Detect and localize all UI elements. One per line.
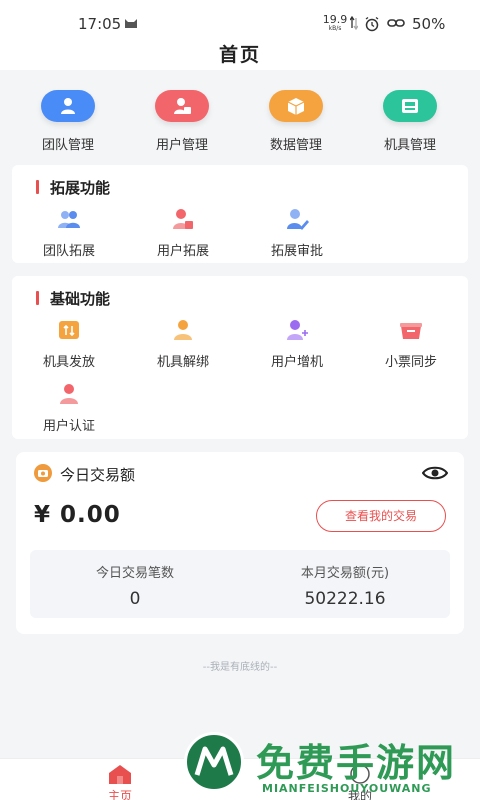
extension-card: 拓展功能 团队拓展 用户拓展 拓展审批 — [12, 165, 468, 263]
month-amount-label: 本月交易额(元) — [300, 566, 390, 581]
receipt-sync-button[interactable]: 小票同步 — [361, 318, 461, 370]
net-speed-value: 19.9 — [322, 13, 348, 26]
user-add-device-label: 用户增机 — [270, 355, 323, 370]
status-time: 17:05 — [78, 15, 122, 33]
status-bar: 17:05 19.9 kB/s 50% — [0, 0, 480, 40]
home-icon — [109, 765, 131, 784]
device-issue-label: 机具发放 — [42, 355, 95, 370]
user-verify-icon — [57, 382, 81, 406]
basic-title: 基础功能 — [36, 288, 110, 309]
team-icon — [57, 207, 81, 231]
basic-title-text: 基础功能 — [50, 290, 111, 308]
expansion-approval-label: 拓展审批 — [270, 244, 323, 259]
transaction-amount: ¥ 0.00 — [34, 502, 121, 528]
device-management-button[interactable]: 机具管理 — [355, 90, 465, 153]
receipt-sync-label: 小票同步 — [384, 355, 437, 370]
user-icon — [171, 318, 195, 342]
transaction-title: 今日交易额 — [60, 466, 136, 484]
user-management-button[interactable]: 用户管理 — [127, 90, 237, 153]
page-title: 首页 — [218, 44, 261, 66]
user-add-icon — [285, 318, 309, 342]
device-management-label: 机具管理 — [383, 138, 436, 153]
device-unbind-button[interactable]: 机具解绑 — [133, 318, 233, 370]
device-issue-button[interactable]: 机具发放 — [19, 318, 119, 370]
watermark-subtitle: MIANFEISHOUYOUWANG — [262, 782, 432, 795]
basic-card: 基础功能 机具发放 机具解绑 用户增机 小票同步 用户认证 — [12, 276, 468, 439]
user-card-icon — [155, 90, 209, 122]
device-unbind-label: 机具解绑 — [156, 355, 209, 370]
header: 首页 — [0, 40, 480, 70]
team-management-button[interactable]: 团队管理 — [13, 90, 123, 153]
title-accent-bar — [36, 291, 39, 305]
user-add-device-button[interactable]: 用户增机 — [247, 318, 347, 370]
data-management-button[interactable]: 数据管理 — [241, 90, 351, 153]
cat-icon — [125, 19, 137, 28]
tab-home-label: 主页 — [107, 789, 132, 800]
team-expansion-label: 团队拓展 — [42, 244, 95, 259]
view-my-transactions-button[interactable]: 查看我的交易 — [316, 500, 446, 532]
today-count-stat: 今日交易笔数 0 — [30, 562, 240, 609]
tab-home[interactable]: 主页 — [60, 759, 180, 800]
data-management-label: 数据管理 — [269, 138, 322, 153]
watermark-title: 免费手游网 — [256, 740, 457, 785]
user-edit-icon — [285, 207, 309, 231]
device-send-icon — [57, 318, 81, 342]
expansion-approval-button[interactable]: 拓展审批 — [247, 207, 347, 259]
user-expansion-button[interactable]: 用户拓展 — [133, 207, 233, 259]
watermark: 免费手游网 MIANFEISHOUYOUWANG — [180, 724, 480, 800]
team-icon — [41, 90, 95, 122]
eye-icon[interactable] — [422, 465, 448, 481]
data-arrows-icon — [350, 16, 358, 30]
user-verification-label: 用户认证 — [42, 419, 95, 434]
transaction-card: 今日交易额 ¥ 0.00 查看我的交易 今日交易笔数 0 本月交易额(元) 50… — [16, 452, 464, 634]
team-management-label: 团队管理 — [41, 138, 94, 153]
net-speed-unit: kB/s — [328, 25, 342, 32]
user-management-label: 用户管理 — [155, 138, 208, 153]
end-of-list-note: --我是有底线的-- — [202, 662, 278, 673]
user-expansion-label: 用户拓展 — [156, 244, 209, 259]
extension-title: 拓展功能 — [36, 177, 110, 198]
title-accent-bar — [36, 180, 39, 194]
net-speed: 19.9 kB/s — [320, 13, 350, 33]
pos-icon — [383, 90, 437, 122]
transaction-stats: 今日交易笔数 0 本月交易额(元) 50222.16 — [30, 550, 450, 618]
battery-level: 50% — [412, 15, 446, 33]
box-icon — [269, 90, 323, 122]
camera-icon — [34, 464, 52, 482]
month-amount-value: 50222.16 — [304, 589, 386, 609]
receipt-box-icon — [399, 318, 423, 342]
user-card-icon — [171, 207, 195, 231]
link-icon — [387, 19, 405, 27]
team-expansion-button[interactable]: 团队拓展 — [19, 207, 119, 259]
month-amount-stat: 本月交易额(元) 50222.16 — [240, 562, 450, 609]
quick-nav: 团队管理 用户管理 数据管理 机具管理 — [0, 70, 480, 162]
today-count-label: 今日交易笔数 — [95, 566, 174, 581]
extension-title-text: 拓展功能 — [50, 179, 111, 197]
user-verification-button[interactable]: 用户认证 — [19, 382, 119, 434]
watermark-logo — [184, 732, 244, 792]
alarm-icon — [365, 16, 379, 32]
today-count-value: 0 — [129, 589, 141, 609]
